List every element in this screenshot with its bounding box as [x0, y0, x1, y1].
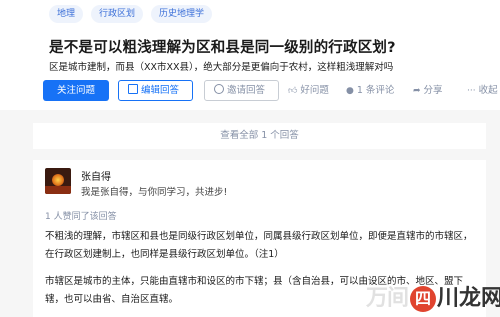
edit-icon	[128, 84, 138, 94]
view-all-answers-link[interactable]: 查看全部 1 个回答	[33, 123, 486, 149]
answer-paragraph: 市辖区是城市的主体，只能由直辖市和设区的市下辖；县（含自治县，可以由设区的市、地…	[45, 276, 464, 305]
invite-answer-label: 邀请回答	[227, 85, 266, 96]
comments-label: 1 条评论	[356, 85, 395, 96]
topic-tag[interactable]: 地理	[49, 5, 84, 23]
author-name[interactable]: 张自得	[81, 168, 111, 183]
good-question-label: 好问题	[300, 85, 329, 96]
more-dots-icon: ···	[467, 86, 476, 96]
good-question-button[interactable]: 👍︎ 好问题	[288, 80, 329, 101]
author-bio: 我是张自得，与你同学习，共进步!	[81, 187, 228, 198]
share-label: 分享	[423, 85, 443, 96]
topic-tags: 地理 行政区划 历史地理学	[49, 5, 213, 23]
answer-card: 张自得 我是张自得，与你同学习，共进步! 1 人赞同了该回答 不粗浅的理解，市辖…	[33, 160, 486, 317]
avatar-sun	[52, 174, 64, 186]
question-detail: 区是城市建制，而县（XX市XX县），绝大部分是更偏向于农村，这样粗浅理解对吗	[49, 62, 394, 73]
comment-bubble-icon: ●	[346, 86, 354, 96]
collapse-button[interactable]: ··· 收起	[467, 80, 498, 101]
upvote-count: 1 人赞同了该回答	[45, 212, 117, 222]
invite-user-icon	[214, 84, 224, 94]
share-arrow-icon: ➦	[413, 86, 421, 96]
topic-tag[interactable]: 历史地理学	[151, 5, 213, 23]
follow-question-button[interactable]: 关注问题	[43, 80, 109, 101]
comments-button[interactable]: ● 1 条评论	[346, 80, 394, 101]
question-title[interactable]: 是不是可以粗浅理解为区和县是同一级别的行政区划?	[49, 36, 396, 57]
avatar-ground	[45, 186, 71, 194]
edit-answer-button[interactable]: 编辑回答	[118, 80, 193, 101]
invite-answer-button[interactable]: 邀请回答	[204, 80, 279, 101]
collapse-label: 收起	[478, 85, 498, 96]
topic-tag[interactable]: 行政区划	[91, 5, 144, 23]
answer-paragraph: 不粗浅的理解，市辖区和县也是同级行政区划单位，同属县级行政区划单位，即便是直辖市…	[45, 231, 473, 260]
avatar[interactable]	[45, 168, 71, 194]
question-actions: 关注问题 编辑回答 邀请回答 👍︎ 好问题 ● 1 条评论 ➦ 分享 ··· 收起	[43, 80, 500, 102]
question-card: 地理 行政区划 历史地理学 是不是可以粗浅理解为区和县是同一级别的行政区划? 区…	[0, 0, 500, 110]
thumbs-up-icon: 👍︎	[288, 86, 298, 96]
edit-answer-label: 编辑回答	[141, 85, 180, 96]
share-button[interactable]: ➦ 分享	[413, 80, 443, 101]
